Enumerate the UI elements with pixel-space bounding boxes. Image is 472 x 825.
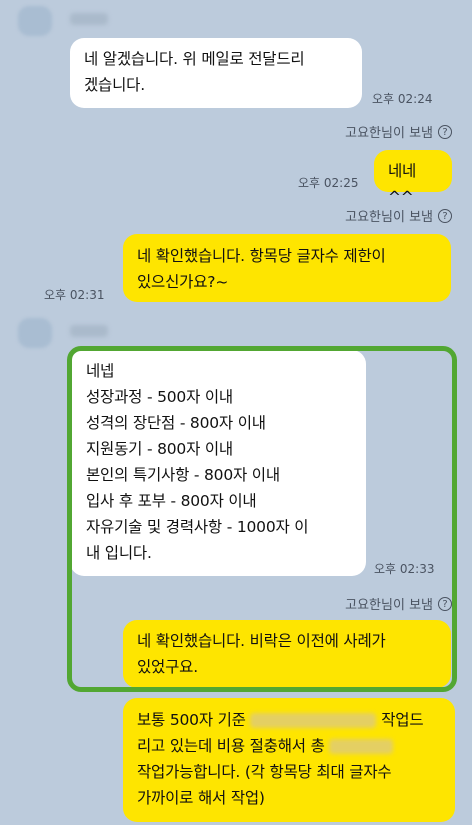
message-time: 오후 02:24	[372, 92, 433, 106]
read-receipt-label: 고요한님이 보냄	[345, 126, 433, 141]
sender-name-redacted	[70, 325, 108, 337]
redacted-text	[329, 739, 394, 754]
message-line: 작업가능합니다. (각 항목당 최대 글자수	[137, 763, 392, 781]
redacted-text	[250, 713, 377, 728]
message-time: 오후 02:25	[298, 176, 359, 190]
message-text: 보통 500자 기준	[137, 711, 246, 729]
help-icon[interactable]: ?	[438, 124, 452, 139]
message-time: 오후 02:31	[44, 288, 105, 302]
message-text: 리고 있는데 비용 절충해서 총	[137, 737, 325, 755]
message-bubble-incoming[interactable]: 네 알겠습니다. 위 메일로 전달드리 겠습니다.	[70, 38, 362, 108]
message-line: 리고 있는데 비용 절충해서 총	[137, 733, 441, 759]
highlight-box	[67, 346, 457, 692]
avatar[interactable]	[18, 6, 52, 36]
message-line: 보통 500자 기준 작업드	[137, 707, 441, 733]
sender-name-redacted	[70, 13, 108, 25]
message-bubble-outgoing[interactable]: 네네^^	[374, 150, 452, 206]
message-bubble-outgoing[interactable]: 네 확인했습니다. 항목당 글자수 제한이 있으신가요?~	[123, 234, 451, 302]
read-receipt: 고요한님이 보냄 ?	[345, 206, 452, 225]
read-receipt-label: 고요한님이 보냄	[345, 210, 433, 225]
read-receipt: 고요한님이 보냄 ?	[345, 122, 452, 141]
message-text: 작업드	[381, 711, 424, 729]
avatar[interactable]	[18, 318, 52, 348]
help-icon[interactable]: ?	[438, 208, 452, 223]
message-bubble-outgoing[interactable]: 보통 500자 기준 작업드 리고 있는데 비용 절충해서 총 작업가능합니다.…	[123, 698, 455, 822]
message-line: 가까이로 해서 작업)	[137, 789, 265, 807]
